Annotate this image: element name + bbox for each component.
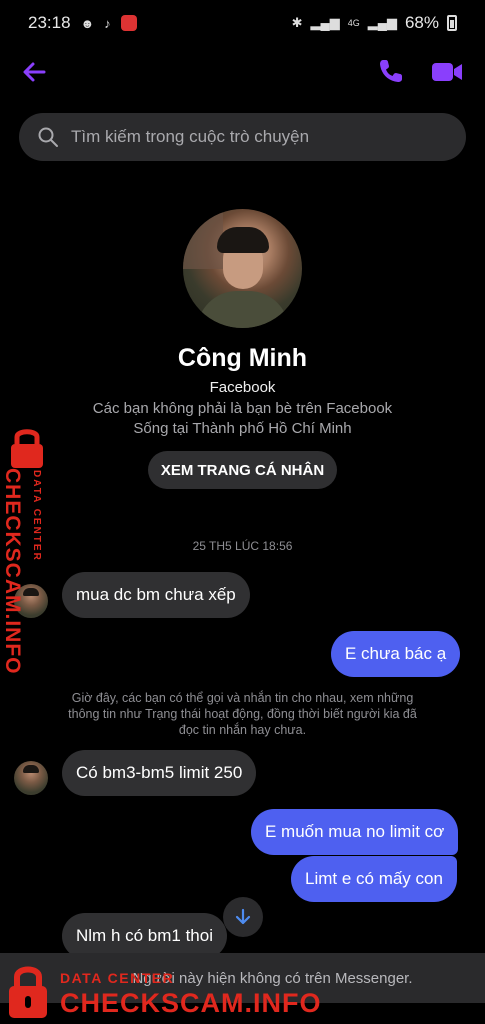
watermark-brand: CHECKSCAM.INFO <box>1 468 24 675</box>
battery-icon <box>447 15 457 31</box>
message-bubble-outgoing[interactable]: Limt e có mấy con <box>291 856 457 902</box>
watermark-lock-icon <box>9 966 47 1018</box>
search-icon <box>38 127 58 147</box>
phone-call-icon[interactable] <box>376 56 406 86</box>
chat-header <box>0 50 485 94</box>
profile-avatar[interactable] <box>183 209 302 328</box>
watermark-lock-icon <box>11 429 43 468</box>
status-time: 23:18 <box>28 13 71 32</box>
view-profile-button[interactable]: XEM TRANG CÁ NHÂN <box>148 451 337 489</box>
watermark-tagline: DATA CENTER <box>31 470 42 562</box>
signal-icon-2: ▂▄▆ <box>367 15 397 30</box>
status-bar: 23:18 ☻ ♪ ✱ ▂▄▆ 4G ▂▄▆ 68% <box>0 0 485 46</box>
notification-icon: ☻ <box>80 15 95 31</box>
profile-name: Công Minh <box>177 344 308 372</box>
network-type-label: 4G <box>347 18 360 28</box>
tiktok-icon: ♪ <box>104 15 111 31</box>
unavailable-text: Người này hiện không có trên Messenger. <box>132 969 413 987</box>
message-bubble-incoming[interactable]: mua dc bm chưa xếp <box>62 572 250 618</box>
search-bar[interactable] <box>19 113 466 161</box>
message-bubble-outgoing[interactable]: E chưa bác ạ <box>331 631 461 677</box>
watermark-brand: CHECKSCAM.INFO <box>60 988 322 1018</box>
search-input[interactable] <box>71 127 431 147</box>
battery-percent: 68% <box>404 13 439 32</box>
video-call-icon[interactable] <box>430 58 464 86</box>
profile-source: Facebook <box>209 379 276 396</box>
back-arrow-icon[interactable] <box>18 56 50 88</box>
friend-status-text: Các bạn không phải là bạn bè trên Facebo… <box>92 400 393 417</box>
watermark-tagline: DATA CENTER <box>60 970 175 986</box>
system-note: Giờ đây, các bạn có thể gọi và nhắn tin … <box>68 691 417 737</box>
scroll-down-button[interactable] <box>223 897 263 937</box>
arrow-down-icon <box>235 908 251 925</box>
chat-timestamp: 25 TH5 LÚC 18:56 <box>192 539 293 553</box>
sender-avatar[interactable] <box>14 761 48 795</box>
message-bubble-outgoing[interactable]: E muốn mua no limit cơ <box>251 809 459 855</box>
app-notification-icon <box>120 15 137 31</box>
bluetooth-icon: ✱ <box>291 15 303 30</box>
signal-icon: ▂▄▆ <box>310 15 340 30</box>
location-text: Sống tại Thành phố Hồ Chí Minh <box>133 420 352 437</box>
message-bubble-incoming[interactable]: Có bm3-bm5 limit 250 <box>62 750 257 796</box>
